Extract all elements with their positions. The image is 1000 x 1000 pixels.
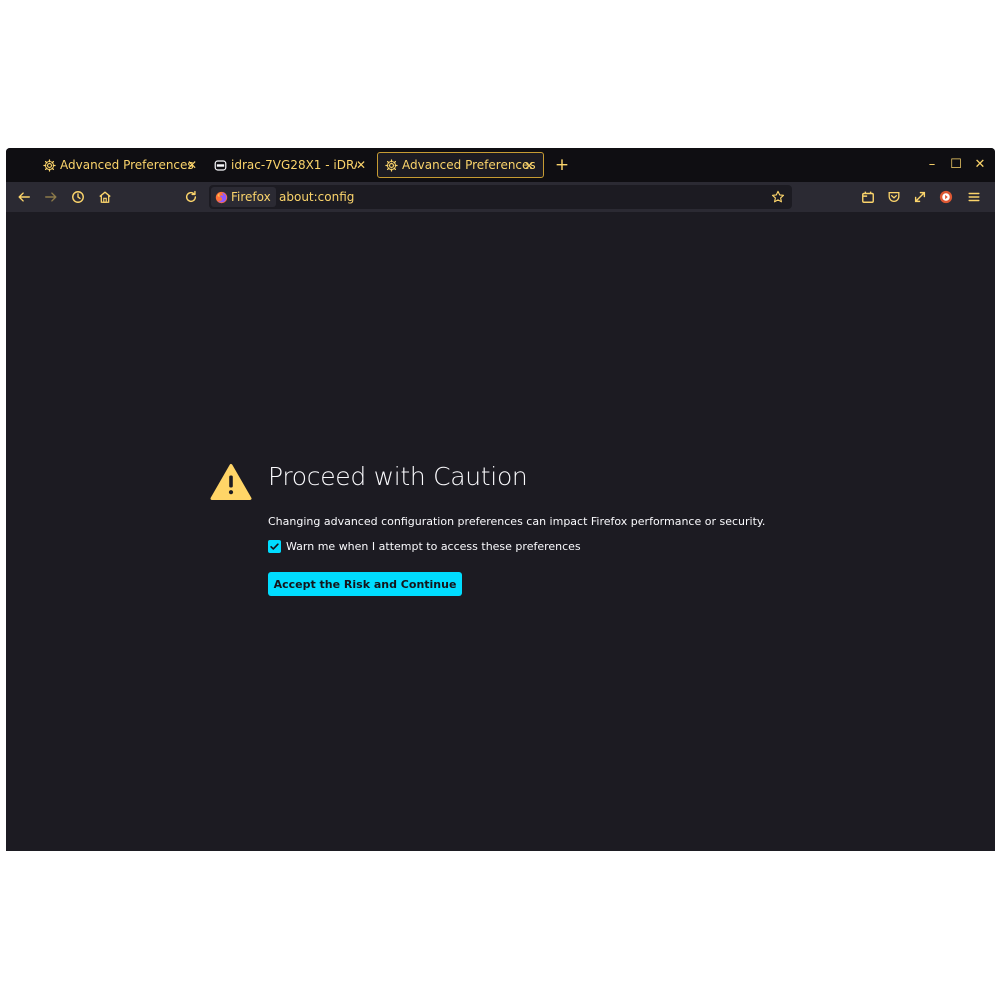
page-title: Proceed with Caution bbox=[268, 462, 528, 491]
warning-icon bbox=[210, 464, 252, 500]
warning-description: Changing advanced configuration preferen… bbox=[268, 515, 766, 528]
library-button[interactable] bbox=[858, 187, 878, 207]
pocket-icon bbox=[888, 191, 900, 202]
tab-advanced-preferences-1[interactable]: Advanced Preferences ✕ bbox=[36, 152, 206, 178]
gear-icon bbox=[384, 158, 398, 172]
close-icon[interactable]: ✕ bbox=[184, 157, 200, 173]
accept-risk-button[interactable]: Accept the Risk and Continue bbox=[268, 572, 462, 596]
extension-button[interactable] bbox=[936, 187, 956, 207]
tab-title: Advanced Preferences bbox=[60, 158, 194, 172]
clock-icon bbox=[72, 191, 84, 203]
identity-box[interactable]: Firefox bbox=[211, 187, 276, 207]
home-button[interactable] bbox=[95, 187, 115, 207]
reload-button[interactable] bbox=[181, 187, 201, 207]
minimize-icon[interactable]: – bbox=[923, 156, 941, 174]
checkmark-icon bbox=[270, 543, 279, 550]
identity-label: Firefox bbox=[231, 190, 271, 204]
tab-advanced-preferences-active[interactable]: Advanced Preferences ✕ bbox=[377, 152, 544, 178]
close-window-icon[interactable]: ✕ bbox=[971, 156, 989, 174]
close-icon[interactable]: ✕ bbox=[353, 157, 369, 173]
menu-button[interactable] bbox=[964, 187, 984, 207]
firefox-logo-icon bbox=[215, 191, 228, 203]
duckduckgo-icon bbox=[939, 190, 953, 204]
warn-checkbox-row[interactable]: Warn me when I attempt to access these p… bbox=[268, 540, 581, 553]
tab-strip: Advanced Preferences ✕ idrac-7VG28X1 - i… bbox=[6, 148, 995, 182]
bookmark-star-button[interactable] bbox=[768, 187, 788, 207]
reload-icon bbox=[185, 190, 197, 203]
warn-checkbox-label[interactable]: Warn me when I attempt to access these p… bbox=[286, 540, 581, 553]
tab-title: idrac-7VG28X1 - iDRAC7 bbox=[231, 158, 357, 172]
warn-checkbox[interactable] bbox=[268, 540, 281, 553]
expand-icon bbox=[914, 191, 926, 203]
arrow-right-icon bbox=[45, 192, 57, 202]
history-button[interactable] bbox=[68, 187, 88, 207]
gear-icon bbox=[42, 158, 56, 172]
tab-idrac[interactable]: idrac-7VG28X1 - iDRAC7 ✕ bbox=[207, 152, 375, 178]
pocket-button[interactable] bbox=[884, 187, 904, 207]
back-button[interactable] bbox=[14, 187, 34, 207]
fullscreen-button[interactable] bbox=[910, 187, 930, 207]
arrow-left-icon bbox=[18, 192, 30, 202]
hamburger-menu-icon bbox=[968, 192, 980, 202]
container-icon bbox=[862, 191, 874, 203]
close-icon[interactable]: ✕ bbox=[521, 158, 537, 174]
forward-button[interactable] bbox=[41, 187, 61, 207]
new-tab-button[interactable]: + bbox=[552, 155, 572, 175]
tab-title: Advanced Preferences bbox=[402, 158, 536, 172]
nav-bar: Firefox about:config bbox=[6, 182, 995, 212]
url-text[interactable]: about:config bbox=[279, 185, 354, 209]
star-icon bbox=[771, 190, 785, 203]
window-controls: – ☐ ✕ bbox=[923, 156, 989, 174]
browser-window: Advanced Preferences ✕ idrac-7VG28X1 - i… bbox=[6, 148, 995, 851]
home-icon bbox=[99, 191, 111, 203]
page-content: Proceed with Caution Changing advanced c… bbox=[6, 212, 995, 851]
maximize-icon[interactable]: ☐ bbox=[947, 156, 965, 174]
server-icon bbox=[213, 158, 227, 172]
url-bar[interactable]: Firefox about:config bbox=[209, 185, 792, 209]
